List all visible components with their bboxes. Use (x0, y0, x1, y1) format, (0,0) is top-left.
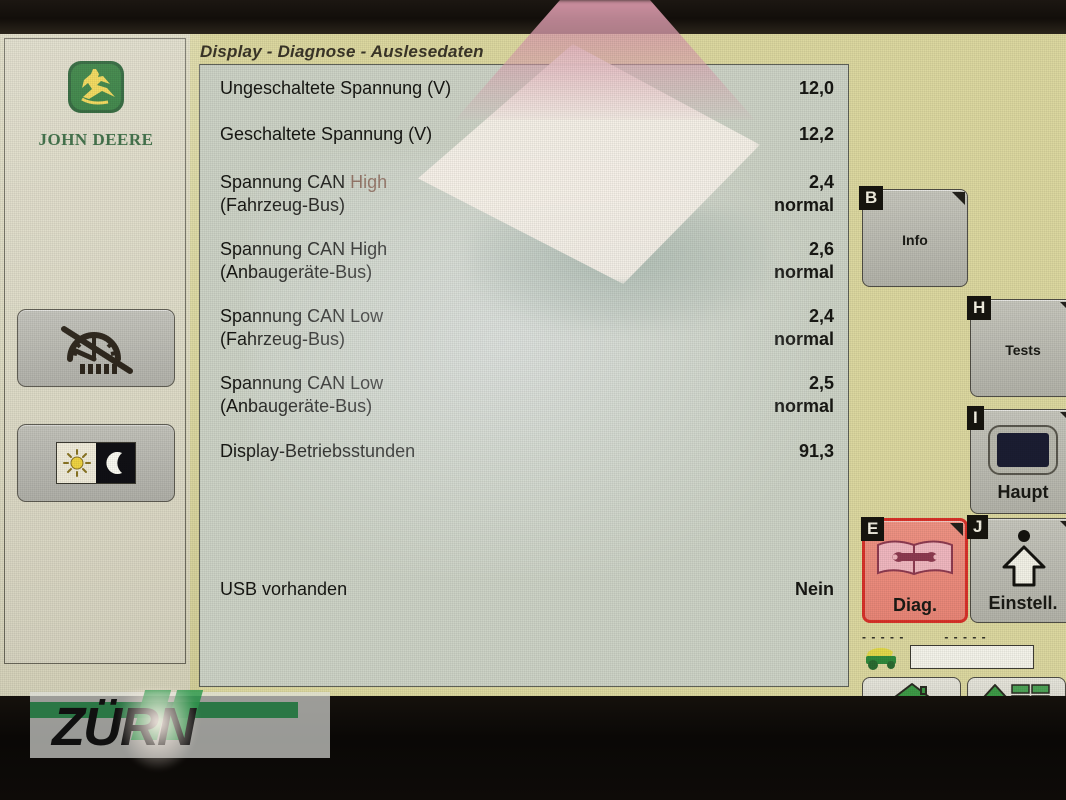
row-label: Spannung CAN High (Fahrzeug-Bus) (220, 172, 388, 215)
softkey-tag: H (967, 296, 992, 320)
row-label: Spannung CAN High (Anbaugeräte-Bus) (220, 239, 388, 282)
table-row: USB vorhanden Nein (200, 578, 848, 601)
machine-name-field[interactable] (910, 645, 1034, 669)
book-wrench-icon (877, 540, 953, 576)
table-row: Spannung CAN Low (Fahrzeug-Bus) 2,4 norma… (200, 305, 848, 351)
sun-moon-icon (56, 442, 136, 484)
sidebar-item-gauge-disabled[interactable] (17, 309, 175, 387)
display-screen-icon (988, 425, 1058, 475)
status-dashes: - - - - - - - - - - (862, 630, 1062, 644)
john-deere-wordmark: JOHN DEERE (38, 130, 154, 149)
row-value: 12,2 (798, 124, 834, 144)
softkey-einstell[interactable]: J Einstell. (967, 515, 1066, 623)
row-status: normal (773, 396, 834, 416)
display-bezel-top (0, 0, 1066, 34)
row-status: normal (773, 262, 834, 282)
table-row: Spannung CAN High (Fahrzeug-Bus) 2,4 norm… (200, 171, 848, 217)
softkey-label: Info (902, 232, 928, 248)
softkey-label: Tests (1005, 342, 1041, 358)
photo-frame: JOHN DEERE Display - Diagnose - Auslesed… (0, 0, 1066, 800)
table-row: Spannung CAN High (Anbaugeräte-Bus) 2,6 n… (200, 238, 848, 284)
softkey-label: Diag. (892, 595, 937, 615)
lcd-screen: JOHN DEERE Display - Diagnose - Auslesed… (0, 0, 1066, 722)
softkey-tag: B (859, 186, 884, 210)
softkey-diag[interactable]: E Diag. (861, 517, 968, 623)
softkey-tag: E (861, 517, 885, 541)
softkey-haupt[interactable]: I Haupt (967, 406, 1066, 514)
main-panel: Display - Diagnose - Auslesedaten Ungesc… (192, 34, 856, 696)
row-value: 2,4 (808, 306, 834, 326)
row-label-highlight: High (350, 172, 388, 192)
watermark-flare (118, 690, 198, 770)
corner-marker-icon (952, 192, 965, 205)
softkey-label: Haupt (997, 482, 1049, 502)
row-label: Spannung CAN Low (Fahrzeug-Bus) (220, 306, 384, 349)
moon-icon (96, 443, 135, 483)
row-status: normal (773, 329, 834, 349)
row-label: Spannung CAN Low (Anbaugeräte-Bus) (220, 373, 384, 416)
softkey-column: B Info H Tests I Haupt E Diag. J Einstel… (856, 34, 1066, 722)
row-value: 2,6 (808, 239, 834, 259)
row-value: Nein (794, 579, 834, 599)
softkey-label: Einstell. (988, 593, 1058, 613)
corner-marker-icon (1060, 412, 1066, 425)
row-label: Display-Betriebsstunden (220, 441, 416, 461)
softkey-tests[interactable]: H Tests (967, 296, 1066, 397)
row-value: 2,5 (808, 373, 834, 393)
tractor-icon (866, 647, 896, 670)
softkey-tag: I (967, 406, 984, 430)
corner-marker-icon (1060, 302, 1066, 315)
machine-status-row (862, 644, 1066, 670)
status-dash-right: - - - - - (944, 630, 987, 644)
row-value: 2,4 (808, 172, 834, 192)
row-label: Geschaltete Spannung (V) (220, 124, 433, 144)
up-arrow-dot-icon (1002, 530, 1046, 587)
row-value: 12,0 (798, 78, 834, 98)
table-row: Spannung CAN Low (Anbaugeräte-Bus) 2,5 no… (200, 372, 848, 418)
sidebar-panel: JOHN DEERE (4, 38, 186, 664)
table-row: Ungeschaltete Spannung (V) 12,0 (200, 77, 848, 100)
softkey-tag: J (967, 515, 989, 539)
row-label: USB vorhanden (220, 579, 348, 599)
corner-marker-icon (1060, 521, 1066, 534)
sidebar: JOHN DEERE (0, 34, 190, 696)
sun-icon (57, 443, 96, 483)
row-value: 91,3 (798, 441, 834, 461)
sidebar-item-day-night[interactable] (17, 424, 175, 502)
deere-logo-icon (68, 61, 124, 113)
softkey-info[interactable]: B Info (859, 186, 968, 287)
table-row: Geschaltete Spannung (V) 12,2 (200, 123, 848, 146)
gauge-crossed-out-icon (61, 326, 133, 374)
diagnostics-list: Ungeschaltete Spannung (V) 12,0 Geschalt… (199, 64, 849, 687)
table-row: Display-Betriebsstunden 91,3 (200, 440, 848, 463)
john-deere-logo: JOHN DEERE (5, 59, 187, 150)
page-title: Display - Diagnose - Auslesedaten (200, 42, 484, 61)
status-dash-left: - - - - - (862, 630, 905, 644)
row-status: normal (773, 195, 834, 215)
row-label: Ungeschaltete Spannung (V) (220, 78, 452, 98)
